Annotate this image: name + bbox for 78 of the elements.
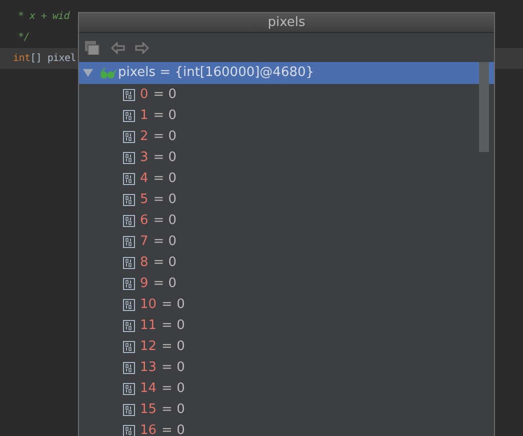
element-index: 15 [140, 400, 157, 419]
array-element-row[interactable]: 14 = 0 [79, 378, 494, 399]
array-element-row[interactable]: 6 = 0 [79, 210, 494, 231]
element-index: 16 [140, 422, 157, 436]
element-value: = 0 [162, 422, 185, 436]
element-value: = 0 [162, 380, 185, 398]
element-value: = 0 [162, 338, 185, 356]
array-element-row[interactable]: 7 = 0 [79, 231, 494, 252]
forward-arrow-icon[interactable] [135, 42, 149, 54]
array-element-row[interactable]: 2 = 0 [79, 126, 494, 147]
element-value: = 0 [153, 190, 177, 209]
array-element-row[interactable]: 11 = 0 [79, 315, 494, 336]
element-value: = 0 [153, 128, 177, 146]
back-arrow-icon[interactable] [111, 42, 125, 54]
element-value: = 0 [162, 296, 185, 314]
array-element-row[interactable]: 8 = 0 [79, 252, 494, 273]
array-element-icon [123, 88, 135, 100]
element-value: = 0 [153, 274, 177, 293]
array-element-row[interactable]: 4 = 0 [79, 168, 494, 189]
element-index: 12 [140, 338, 157, 356]
array-element-row[interactable]: 3 = 0 [79, 147, 494, 168]
element-value: = 0 [162, 400, 185, 419]
array-element-icon [123, 340, 135, 352]
element-index: 10 [140, 296, 157, 314]
array-element-row[interactable]: 5 = 0 [79, 189, 494, 210]
array-element-icon [123, 256, 135, 268]
array-element-icon [123, 214, 135, 226]
element-index: 5 [140, 190, 148, 209]
array-element-icon [123, 236, 135, 248]
array-element-icon [123, 362, 135, 374]
glasses-icon [100, 67, 116, 79]
array-element-icon [123, 110, 135, 122]
element-value: = 0 [153, 232, 177, 251]
element-value: = 0 [153, 170, 177, 188]
array-element-row[interactable]: 12 = 0 [79, 336, 494, 357]
array-element-icon [123, 152, 135, 164]
array-element-row[interactable]: 10 = 0 [79, 294, 494, 315]
element-value: = 0 [153, 212, 177, 230]
code-comment: */ [17, 31, 30, 45]
element-index: 2 [140, 128, 148, 146]
array-element-icon [123, 404, 135, 416]
element-index: 3 [140, 148, 148, 167]
element-index: 14 [140, 380, 157, 398]
array-element-row[interactable]: 15 = 0 [79, 399, 494, 420]
code-comment: * x + wid [17, 10, 70, 24]
scrollbar-thumb[interactable] [479, 62, 489, 152]
array-element-row[interactable]: 0 = 0 [79, 84, 494, 105]
tree-root-row[interactable]: pixels = {int[160000]@4680} [79, 62, 494, 84]
element-index: 13 [140, 358, 157, 377]
element-value: = 0 [153, 254, 177, 272]
array-element-icon [123, 298, 135, 310]
array-element-icon [123, 194, 135, 206]
array-element-row[interactable]: 13 = 0 [79, 357, 494, 378]
element-index: 9 [140, 274, 148, 293]
element-index: 4 [140, 170, 148, 188]
element-value: = 0 [153, 148, 177, 167]
array-element-row[interactable]: 16 = 0 [79, 420, 494, 436]
element-index: 11 [140, 316, 157, 335]
array-element-icon [123, 130, 135, 142]
array-element-icon [123, 172, 135, 184]
array-element-row[interactable]: 9 = 0 [79, 273, 494, 294]
element-index: 8 [140, 254, 148, 272]
array-element-row[interactable]: 1 = 0 [79, 105, 494, 126]
code-line: int[] pixel [13, 52, 76, 66]
element-index: 1 [140, 106, 148, 125]
array-element-icon [123, 320, 135, 332]
element-value: = 0 [162, 358, 185, 377]
element-index: 7 [140, 232, 148, 251]
element-index: 6 [140, 212, 148, 230]
tree-root-label: pixels = {int[160000]@4680} [118, 64, 314, 82]
element-index: 0 [140, 86, 148, 104]
array-element-icon [123, 278, 135, 290]
element-value: = 0 [153, 106, 177, 125]
element-value: = 0 [162, 316, 185, 335]
element-value: = 0 [153, 86, 177, 104]
array-element-icon [123, 382, 135, 394]
popup-title: pixels [268, 14, 306, 32]
expand-triangle-icon[interactable] [83, 68, 93, 78]
